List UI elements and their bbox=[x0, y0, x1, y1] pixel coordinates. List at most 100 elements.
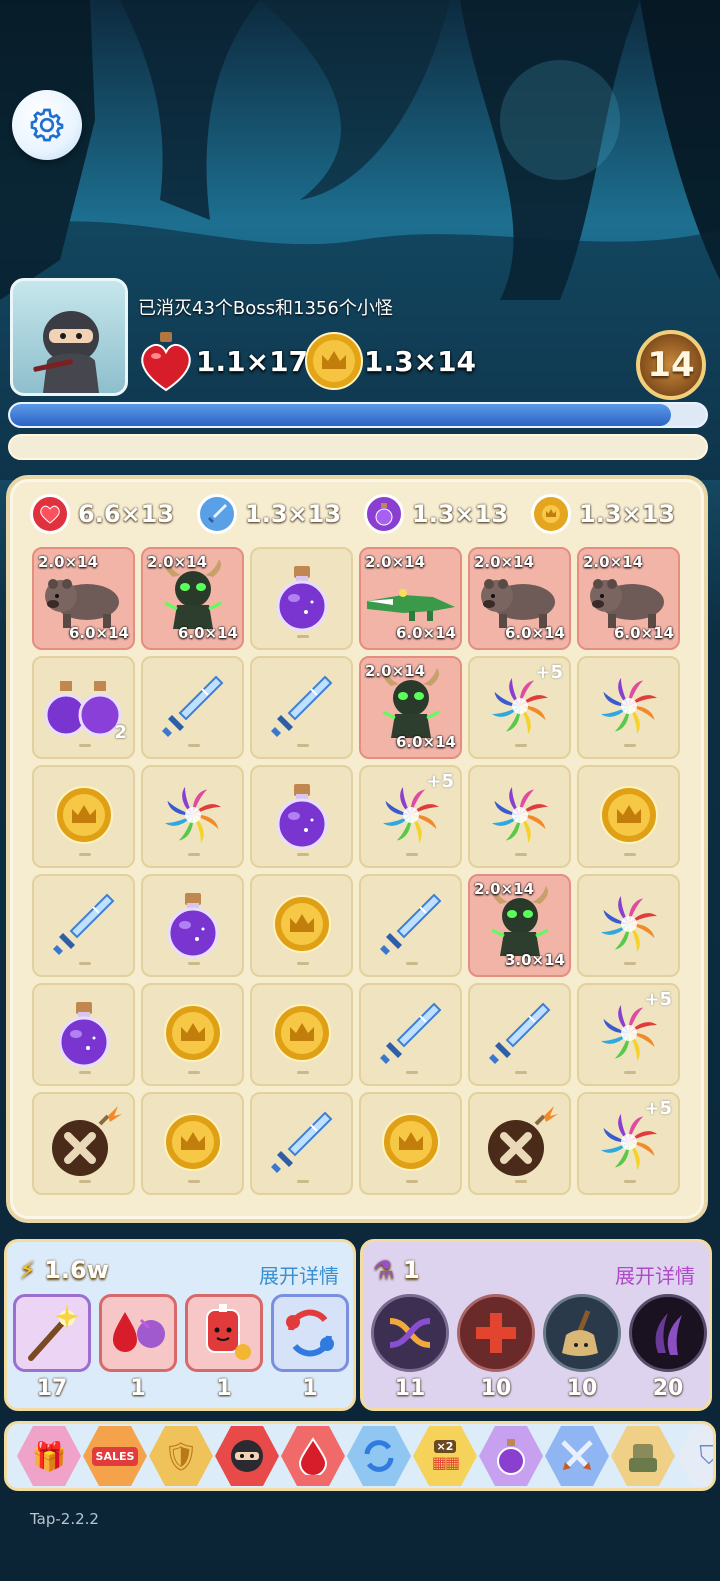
board-stat-coin: 1.3×13 bbox=[531, 490, 698, 538]
tile-sword[interactable] bbox=[359, 874, 462, 977]
tile-sword[interactable] bbox=[250, 1092, 353, 1195]
potion-icon bbox=[54, 998, 114, 1072]
sales-button[interactable]: SALES bbox=[83, 1426, 147, 1486]
tile-rainbow[interactable]: +5 bbox=[577, 983, 680, 1086]
player-avatar[interactable] bbox=[10, 278, 128, 396]
tile-coin[interactable] bbox=[141, 1092, 244, 1195]
tile-sword[interactable] bbox=[468, 983, 571, 1086]
shield-partial-icon: ⛉ bbox=[699, 1441, 713, 1472]
potion-hex-button[interactable] bbox=[479, 1426, 543, 1486]
ninja-button[interactable] bbox=[215, 1426, 279, 1486]
skills-expand-link[interactable]: 展开详情 bbox=[615, 1260, 695, 1289]
skill-shuffle[interactable] bbox=[371, 1294, 449, 1372]
shield-partial-button[interactable]: ⛉ bbox=[677, 1426, 713, 1486]
tile-rainbow[interactable] bbox=[141, 765, 244, 868]
stack-count: 2 bbox=[114, 722, 127, 743]
monster-tile-hyena[interactable]: 2.0×14 6.0×14 bbox=[32, 547, 135, 650]
tile-bomb[interactable] bbox=[32, 1092, 135, 1195]
monster-hp-label: 6.0×14 bbox=[68, 624, 129, 642]
tile-rainbow[interactable] bbox=[577, 656, 680, 759]
monster-attack-label: 2.0×14 bbox=[583, 553, 644, 571]
tile-coin[interactable] bbox=[141, 983, 244, 1086]
tile-level-dash bbox=[297, 635, 309, 638]
crossed-swords-button[interactable] bbox=[545, 1426, 609, 1486]
tile-potion[interactable] bbox=[250, 765, 353, 868]
blood-drop-button[interactable] bbox=[281, 1426, 345, 1486]
tool-blood-swap[interactable] bbox=[99, 1294, 177, 1372]
tile-rainbow[interactable]: +5 bbox=[359, 765, 462, 868]
sword-icon bbox=[267, 1107, 337, 1181]
crocodile-icon bbox=[363, 567, 459, 631]
coin-icon bbox=[161, 1001, 225, 1069]
tile-sword[interactable] bbox=[32, 874, 135, 977]
tile-coin[interactable] bbox=[359, 1092, 462, 1195]
refresh-hex-button[interactable] bbox=[347, 1426, 411, 1486]
board-stat-potion-value: 1.3×13 bbox=[412, 500, 509, 528]
hp-progress-bar bbox=[8, 402, 708, 428]
monster-tile-crocodile[interactable]: 2.0×14 6.0×14 bbox=[359, 547, 462, 650]
sword-icon bbox=[158, 671, 228, 745]
potion-icon bbox=[272, 780, 332, 854]
tool-refresh[interactable] bbox=[271, 1294, 349, 1372]
refresh-icon bbox=[286, 1309, 334, 1357]
tile-sword[interactable] bbox=[250, 656, 353, 759]
tile-potion[interactable] bbox=[141, 874, 244, 977]
tile-rainbow[interactable]: +5 bbox=[468, 656, 571, 759]
monster-tile-hyena[interactable]: 2.0×14 6.0×14 bbox=[577, 547, 680, 650]
tile-level-dash bbox=[406, 962, 418, 965]
tile-rainbow[interactable] bbox=[468, 765, 571, 868]
tool-refresh-count: 1 bbox=[302, 1376, 318, 1401]
blood-drop-icon bbox=[298, 1437, 328, 1475]
x2-blocks-button[interactable]: ×2 ▦▦ bbox=[413, 1426, 477, 1486]
tile-coin[interactable] bbox=[250, 983, 353, 1086]
tile-level-dash bbox=[406, 1071, 418, 1074]
rainbow-icon bbox=[161, 783, 225, 851]
ninja-icon bbox=[231, 1440, 263, 1472]
tile-level-dash bbox=[297, 853, 309, 856]
tile-level-dash bbox=[624, 744, 636, 747]
tile-potion[interactable] bbox=[32, 983, 135, 1086]
tile-rainbow[interactable]: +5 bbox=[577, 1092, 680, 1195]
monster-tile-hyena[interactable]: 2.0×14 6.0×14 bbox=[468, 547, 571, 650]
tile-coin[interactable] bbox=[250, 874, 353, 977]
tile-level-dash bbox=[515, 853, 527, 856]
golem-icon bbox=[629, 1444, 657, 1472]
monster-tile-demon[interactable]: 2.0×14 6.0×14 bbox=[359, 656, 462, 759]
cross-heal-icon bbox=[476, 1313, 516, 1353]
tool-blood-bag[interactable] bbox=[185, 1294, 263, 1372]
small-potion-icon: ⚗ bbox=[373, 1256, 395, 1284]
skill-dark-slash[interactable] bbox=[629, 1294, 707, 1372]
skill-broom[interactable] bbox=[543, 1294, 621, 1372]
shield-icon: 🛡 bbox=[163, 1439, 199, 1473]
tile-bomb[interactable] bbox=[468, 1092, 571, 1195]
monster-attack-label: 2.0×14 bbox=[474, 880, 535, 898]
tools-expand-link[interactable]: 展开详情 bbox=[259, 1260, 339, 1289]
tile-sword[interactable] bbox=[359, 983, 462, 1086]
potion-display: ⚗ 1 bbox=[373, 1256, 420, 1284]
tile-level-dash bbox=[79, 853, 91, 856]
skill-heal[interactable] bbox=[457, 1294, 535, 1372]
monster-hp-label: 6.0×14 bbox=[613, 624, 674, 642]
tile-level-dash bbox=[79, 744, 91, 747]
tile-potion[interactable] bbox=[250, 547, 353, 650]
tile-level-dash bbox=[515, 1180, 527, 1183]
tile-potion-double[interactable]: 2 bbox=[32, 656, 135, 759]
board-stat-heart-value: 6.6×13 bbox=[78, 500, 175, 528]
tile-rainbow[interactable] bbox=[577, 874, 680, 977]
golem-button[interactable] bbox=[611, 1426, 675, 1486]
tool-magic-wand[interactable] bbox=[13, 1294, 91, 1372]
tile-coin[interactable] bbox=[577, 765, 680, 868]
monster-tile-demon[interactable]: 2.0×14 3.0×14 bbox=[468, 874, 571, 977]
tile-level-dash bbox=[297, 744, 309, 747]
rainbow-icon bbox=[488, 674, 552, 742]
tile-level-dash bbox=[188, 1071, 200, 1074]
monster-tile-demon[interactable]: 2.0×14 6.0×14 bbox=[141, 547, 244, 650]
shield-button[interactable]: 🛡 bbox=[149, 1426, 213, 1486]
tile-sword[interactable] bbox=[141, 656, 244, 759]
settings-button[interactable] bbox=[12, 90, 82, 160]
dark-slash-icon bbox=[655, 1313, 682, 1355]
gift-button[interactable]: 🎁 bbox=[17, 1426, 81, 1486]
potion-icon bbox=[272, 562, 332, 636]
tile-coin[interactable] bbox=[32, 765, 135, 868]
coin-icon bbox=[531, 494, 571, 534]
